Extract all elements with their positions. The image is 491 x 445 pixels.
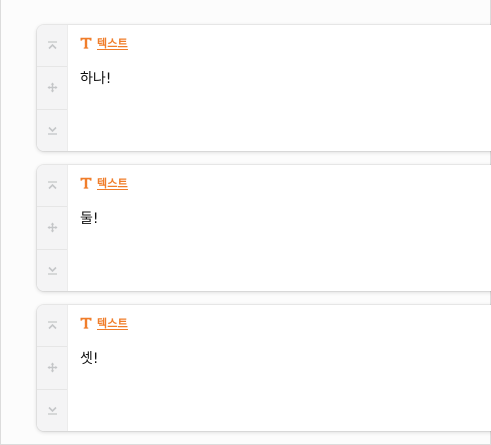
text-block-card: 텍스트 둘! [37, 165, 491, 291]
block-content: 텍스트 하나! [80, 35, 491, 88]
block-type-label[interactable]: 텍스트 [80, 35, 491, 51]
move-up-button[interactable] [37, 165, 67, 208]
move-down-button[interactable] [37, 250, 67, 291]
drag-move-button[interactable] [37, 207, 67, 250]
block-control-handle [37, 25, 68, 151]
text-block-card: 텍스트 하나! [37, 25, 491, 151]
drag-move-icon [47, 362, 57, 373]
text-type-icon [80, 37, 92, 49]
text-type-icon [80, 317, 92, 329]
block-control-handle [37, 305, 68, 431]
move-up-button[interactable] [37, 25, 67, 68]
block-body-text[interactable]: 둘! [80, 208, 491, 228]
block-type-text: 텍스트 [97, 177, 128, 190]
block-control-handle [37, 165, 68, 291]
move-down-icon [47, 406, 57, 415]
move-down-button[interactable] [37, 110, 67, 151]
page-left-border [0, 0, 1, 445]
drag-move-icon [47, 222, 57, 233]
move-up-icon [47, 321, 57, 330]
text-block-card: 텍스트 셋! [37, 305, 491, 431]
move-up-icon [47, 41, 57, 50]
move-down-icon [47, 126, 57, 135]
block-type-label[interactable]: 텍스트 [80, 175, 491, 191]
drag-move-button[interactable] [37, 67, 67, 110]
move-up-button[interactable] [37, 305, 67, 348]
drag-move-icon [47, 82, 57, 93]
block-content: 텍스트 셋! [80, 315, 491, 368]
move-down-icon [47, 266, 57, 275]
block-type-text: 텍스트 [97, 37, 128, 50]
text-type-icon [80, 177, 92, 189]
drag-move-button[interactable] [37, 347, 67, 390]
block-body-text[interactable]: 하나! [80, 68, 491, 88]
block-body-text[interactable]: 셋! [80, 348, 491, 368]
move-up-icon [47, 181, 57, 190]
block-content: 텍스트 둘! [80, 175, 491, 228]
block-type-label[interactable]: 텍스트 [80, 315, 491, 331]
block-type-text: 텍스트 [97, 317, 128, 330]
move-down-button[interactable] [37, 390, 67, 431]
